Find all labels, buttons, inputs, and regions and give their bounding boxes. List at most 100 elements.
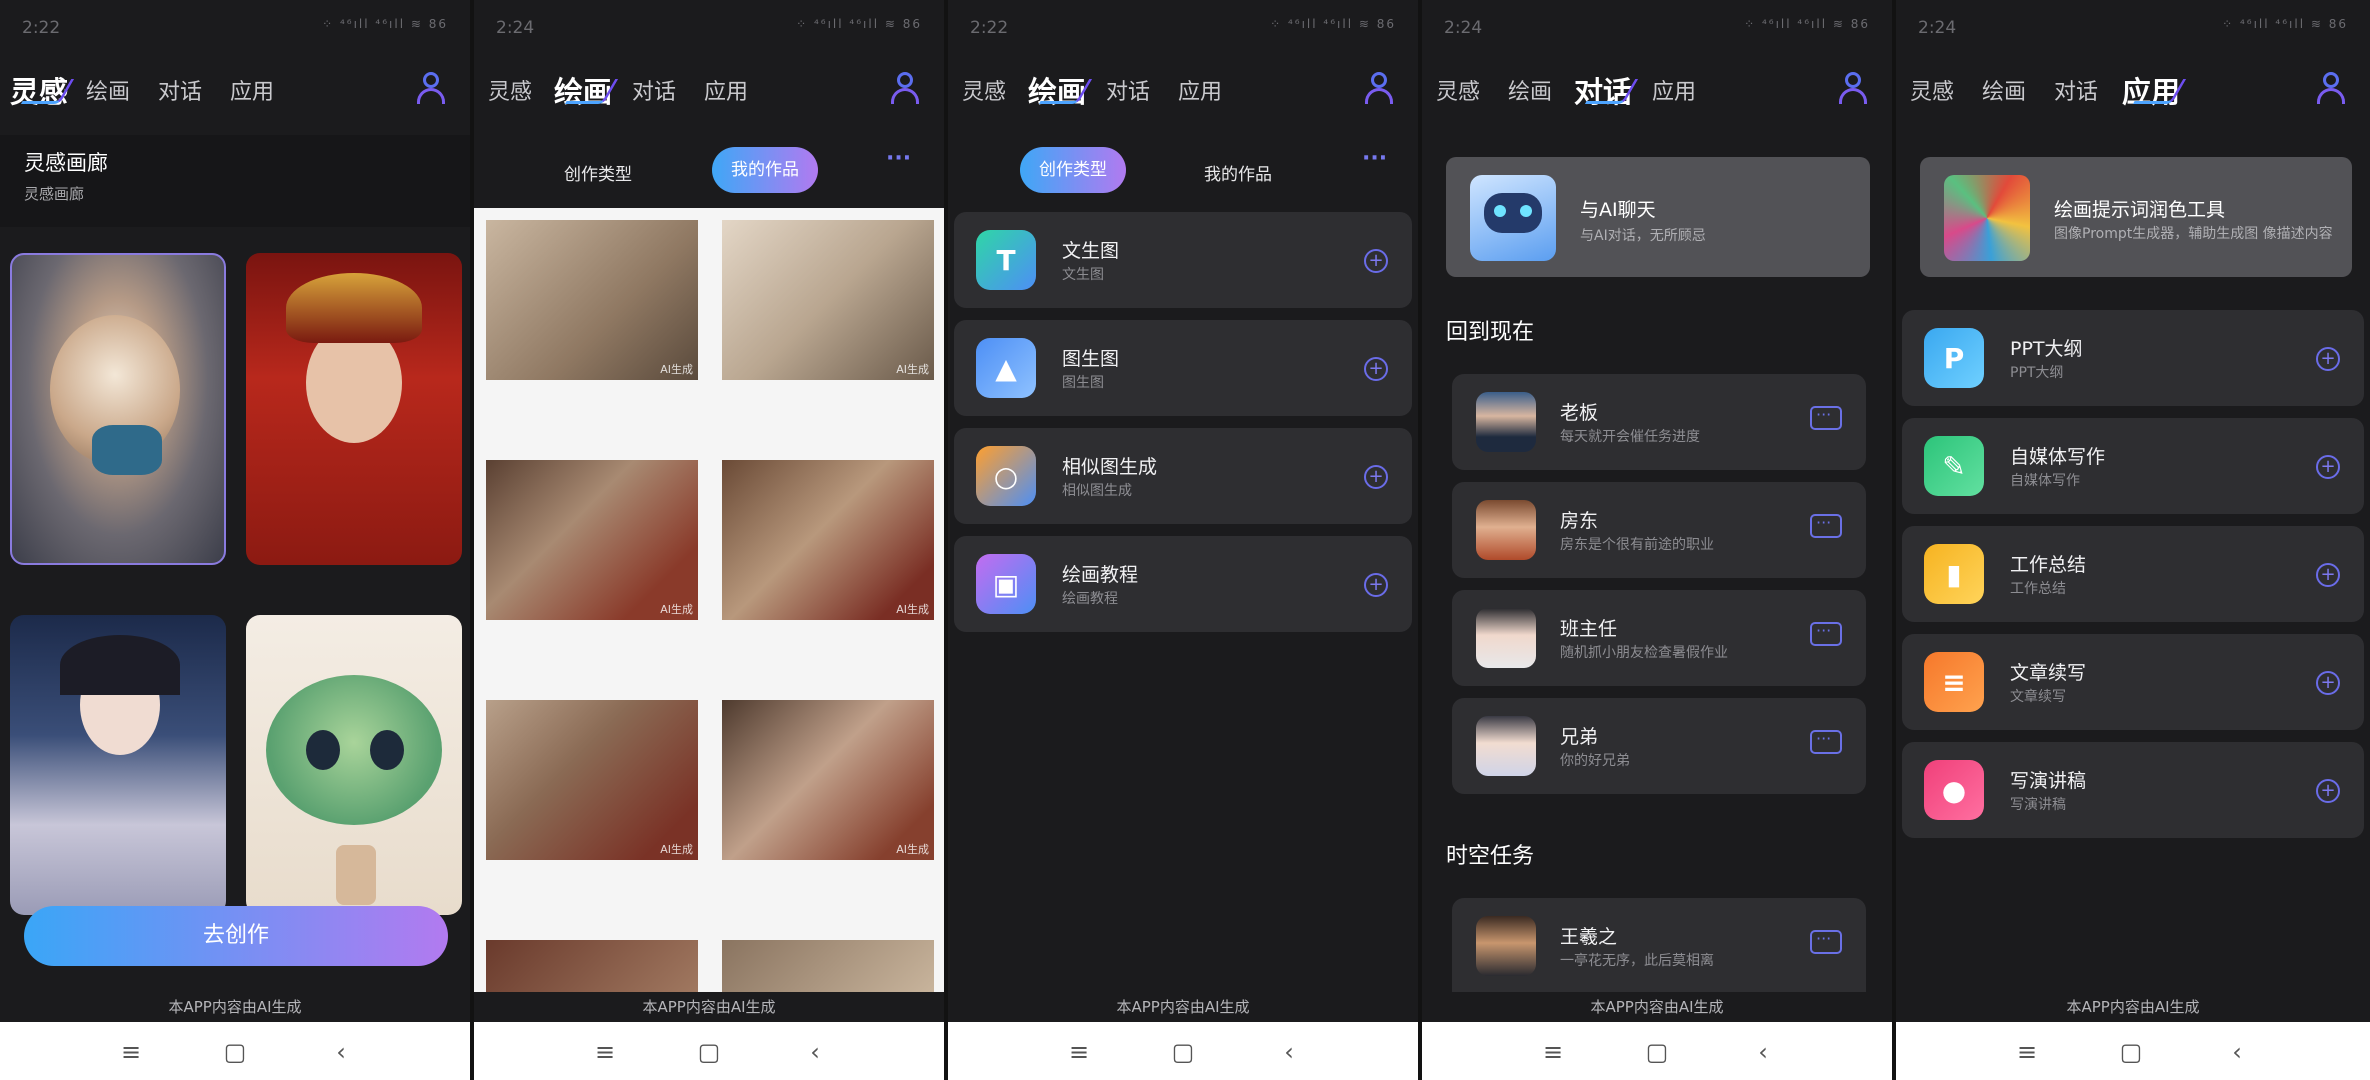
segment-my-works[interactable]: 我的作品 [712, 147, 818, 193]
creation-item[interactable]: ○ 相似图生成 相似图生成 + [954, 428, 1412, 524]
gallery-image-monkey[interactable] [10, 253, 226, 565]
tab-chat[interactable]: 对话 [1574, 69, 1632, 111]
chat-bubble-icon[interactable] [1810, 618, 1844, 648]
app-title: PPT大纲 [2010, 338, 2083, 360]
chat-bubble-icon[interactable] [1810, 926, 1844, 956]
add-icon[interactable]: + [2316, 779, 2340, 803]
tab-chat[interactable]: 对话 [158, 74, 202, 106]
work-image[interactable]: AI生成 [486, 460, 698, 620]
creation-item[interactable]: ▣ 绘画教程 绘画教程 + [954, 536, 1412, 632]
work-image[interactable]: AI生成 [722, 460, 934, 620]
tab-inspiration[interactable]: 灵感 [1910, 74, 1954, 106]
work-image[interactable]: AI生成 [722, 220, 934, 380]
work-image[interactable] [722, 940, 934, 992]
avatar [1476, 608, 1536, 668]
tab-drawing[interactable]: 绘画 [554, 69, 612, 111]
tab-apps[interactable]: 应用 [704, 74, 748, 106]
text-image-icon: T [976, 230, 1036, 290]
tab-inspiration[interactable]: 灵感 [1436, 74, 1480, 106]
home-icon[interactable]: ▢ [2116, 1038, 2146, 1066]
creation-item[interactable]: T 文生图 文生图 + [954, 212, 1412, 308]
gallery-subtitle: 灵感画廊 [24, 185, 85, 203]
add-icon[interactable]: + [1364, 357, 1388, 381]
creation-item[interactable]: ▲ 图生图 图生图 + [954, 320, 1412, 416]
user-icon[interactable] [414, 70, 448, 104]
back-icon[interactable]: ‹ [1274, 1038, 1304, 1066]
user-icon[interactable] [1836, 70, 1870, 104]
work-image[interactable] [486, 940, 698, 992]
app-item[interactable]: ● 写演讲稿 写演讲稿 + [1902, 742, 2364, 838]
back-icon[interactable]: ‹ [800, 1038, 830, 1066]
app-title: 写演讲稿 [2010, 770, 2087, 792]
ai-watermark: AI生成 [660, 363, 693, 376]
work-image[interactable]: AI生成 [722, 700, 934, 860]
segment-creation-type[interactable]: 创作类型 [1020, 147, 1126, 193]
create-button[interactable]: 去创作 [24, 906, 448, 966]
tab-drawing[interactable]: 绘画 [86, 74, 130, 106]
home-icon[interactable]: ▢ [694, 1038, 724, 1066]
tab-inspiration[interactable]: 灵感 [10, 69, 68, 111]
menu-icon[interactable]: ≡ [2012, 1038, 2042, 1066]
role-card[interactable]: 房东 房东是个很有前途的职业 [1452, 482, 1866, 578]
menu-icon[interactable]: ≡ [1538, 1038, 1568, 1066]
menu-icon[interactable]: ≡ [590, 1038, 620, 1066]
tab-apps[interactable]: 应用 [1178, 74, 1222, 106]
chat-bubble-icon[interactable] [1810, 510, 1844, 540]
tab-drawing[interactable]: 绘画 [1028, 69, 1086, 111]
app-item[interactable]: ≡ 文章续写 文章续写 + [1902, 634, 2364, 730]
user-icon[interactable] [2314, 70, 2348, 104]
tab-apps[interactable]: 应用 [2122, 69, 2180, 111]
tab-inspiration[interactable]: 灵感 [962, 74, 1006, 106]
back-icon[interactable]: ‹ [326, 1038, 356, 1066]
user-icon[interactable] [1362, 70, 1396, 104]
add-icon[interactable]: + [2316, 671, 2340, 695]
add-icon[interactable]: + [2316, 347, 2340, 371]
user-icon[interactable] [888, 70, 922, 104]
top-nav: 灵感 绘画 对话 应用 [948, 60, 1418, 120]
tab-apps[interactable]: 应用 [1652, 74, 1696, 106]
ai-chat-card[interactable]: 与AI聊天 与AI对话，无所顾忌 [1446, 157, 1870, 277]
add-icon[interactable]: + [1364, 573, 1388, 597]
tab-chat[interactable]: 对话 [2054, 74, 2098, 106]
role-name: 王羲之 [1560, 926, 1618, 948]
status-bar: 2:22 ⁘ ⁴⁶ıll ⁴⁶ıll ≋ 86 [0, 0, 470, 54]
more-icon[interactable]: ··· [1362, 146, 1387, 171]
tab-inspiration[interactable]: 灵感 [488, 74, 532, 106]
role-card[interactable]: 兄弟 你的好兄弟 [1452, 698, 1866, 794]
gallery-image-fairy[interactable] [10, 615, 226, 915]
gallery-image-girl-red[interactable] [246, 253, 462, 565]
more-icon[interactable]: ··· [886, 146, 911, 171]
chat-bubble-icon[interactable] [1810, 726, 1844, 756]
role-desc: 随机抓小朋友检查暑假作业 [1560, 645, 1728, 661]
role-card[interactable]: 班主任 随机抓小朋友检查暑假作业 [1452, 590, 1866, 686]
segment-creation-type[interactable]: 创作类型 [564, 160, 632, 185]
add-icon[interactable]: + [1364, 465, 1388, 489]
work-image[interactable]: AI生成 [486, 220, 698, 380]
add-icon[interactable]: + [1364, 249, 1388, 273]
home-icon[interactable]: ▢ [1168, 1038, 1198, 1066]
tab-chat[interactable]: 对话 [1106, 74, 1150, 106]
segment-my-works[interactable]: 我的作品 [1204, 160, 1272, 185]
role-card[interactable]: 王羲之 一亭花无序，此后莫相离 [1452, 898, 1866, 992]
back-icon[interactable]: ‹ [2222, 1038, 2252, 1066]
app-item[interactable]: P PPT大纲 PPT大纲 + [1902, 310, 2364, 406]
tab-drawing[interactable]: 绘画 [1508, 74, 1552, 106]
gallery-image-dragon[interactable] [246, 615, 462, 915]
system-nav-bar: ≡ ▢ ‹ [0, 1022, 470, 1080]
menu-icon[interactable]: ≡ [116, 1038, 146, 1066]
menu-icon[interactable]: ≡ [1064, 1038, 1094, 1066]
work-image[interactable]: AI生成 [486, 700, 698, 860]
prompt-tool-card[interactable]: 绘画提示词润色工具 图像Prompt生成器，辅助生成图 像描述内容 [1920, 157, 2352, 277]
home-icon[interactable]: ▢ [220, 1038, 250, 1066]
app-item[interactable]: ✎ 自媒体写作 自媒体写作 + [1902, 418, 2364, 514]
tab-chat[interactable]: 对话 [632, 74, 676, 106]
tab-apps[interactable]: 应用 [230, 74, 274, 106]
back-icon[interactable]: ‹ [1748, 1038, 1778, 1066]
add-icon[interactable]: + [2316, 563, 2340, 587]
tab-drawing[interactable]: 绘画 [1982, 74, 2026, 106]
app-item[interactable]: ▮ 工作总结 工作总结 + [1902, 526, 2364, 622]
add-icon[interactable]: + [2316, 455, 2340, 479]
role-card[interactable]: 老板 每天就开会催任务进度 [1452, 374, 1866, 470]
home-icon[interactable]: ▢ [1642, 1038, 1672, 1066]
chat-bubble-icon[interactable] [1810, 402, 1844, 432]
